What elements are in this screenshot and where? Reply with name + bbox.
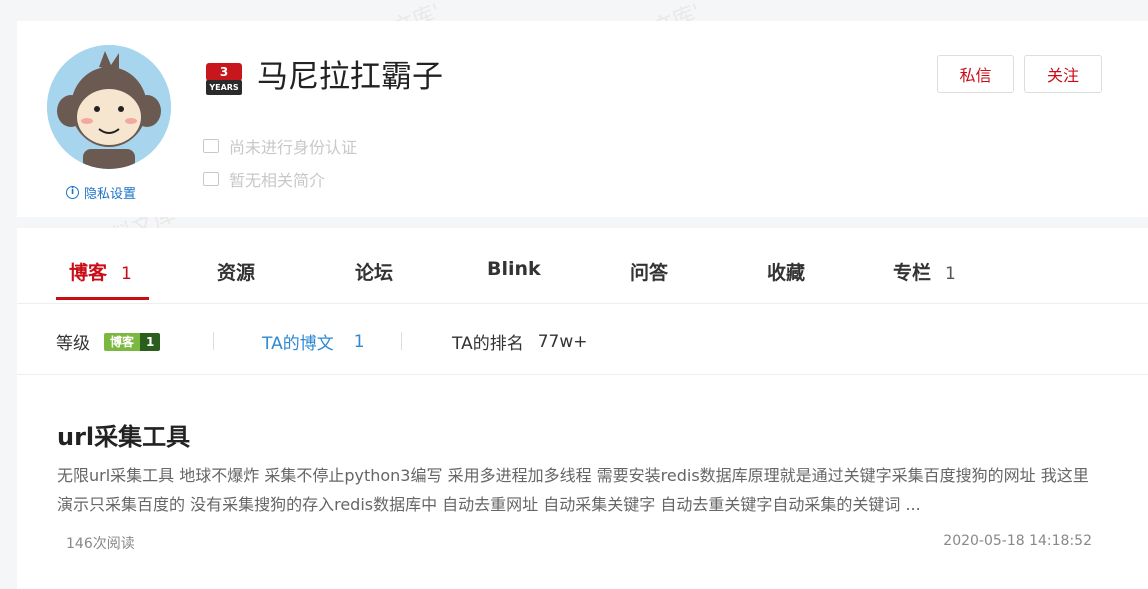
- profile-card: i 隐私设置 3 YEARS 马尼拉扛霸子 尚未进行身份认证 暂无相关简介 私信…: [17, 21, 1148, 217]
- read-count: 146次阅读: [66, 536, 135, 552]
- verification-status: 尚未进行身份认证: [203, 134, 357, 158]
- articles-stat[interactable]: TA的博文 1: [262, 329, 365, 355]
- monkey-avatar-icon: [47, 45, 171, 169]
- divider: [401, 332, 402, 350]
- message-button[interactable]: 私信: [937, 55, 1014, 93]
- tab-blog[interactable]: 博客 1: [69, 258, 132, 285]
- tab-columns[interactable]: 专栏 1: [893, 258, 956, 285]
- articles-count: 1: [353, 331, 365, 352]
- tab-label: 论坛: [355, 262, 394, 284]
- level-badge-text: 博客: [104, 332, 141, 351]
- stats-bar: 等级 博客 1 TA的博文 1 TA的排名 77w+: [17, 304, 1148, 375]
- tab-label: 资源: [217, 262, 256, 284]
- tab-label: 问答: [630, 262, 669, 284]
- verification-text: 尚未进行身份认证: [229, 138, 358, 157]
- articles-label: TA的博文: [262, 334, 334, 354]
- years-badge: 3 YEARS: [206, 63, 242, 95]
- tab-resources[interactable]: 资源: [217, 258, 255, 285]
- tab-label: Blink: [487, 258, 541, 280]
- years-label: YEARS: [209, 83, 239, 92]
- article-summary[interactable]: 无限url采集工具 地球不爆炸 采集不停止python3编写 采用多进程加多线程…: [57, 461, 1097, 519]
- username: 马尼拉扛霸子: [257, 59, 443, 95]
- tab-qa[interactable]: 问答: [630, 258, 668, 285]
- level-badge: 博客 1: [104, 332, 161, 351]
- follow-button[interactable]: 关注: [1024, 55, 1102, 93]
- avatar[interactable]: [47, 45, 171, 169]
- tab-count: 1: [945, 264, 956, 284]
- tab-label: 博客: [69, 262, 108, 284]
- id-card-icon: [203, 139, 219, 153]
- article-title[interactable]: url采集工具: [57, 417, 190, 452]
- level-badge-number: 1: [140, 332, 161, 351]
- level-label: 等级: [56, 334, 90, 354]
- tab-bar: 博客 1 资源 论坛 Blink 问答 收藏 专栏 1: [17, 228, 1148, 304]
- level-stat: 等级 博客 1: [56, 329, 161, 354]
- comment-icon: [203, 172, 219, 186]
- divider: [213, 332, 214, 350]
- tab-favorites[interactable]: 收藏: [767, 258, 805, 285]
- article-date: 2020-05-18 14:18:52: [943, 533, 1092, 549]
- rank-stat: TA的排名 77w+: [452, 329, 588, 355]
- tab-label: 专栏: [893, 262, 932, 284]
- tab-label: 收藏: [767, 262, 806, 284]
- privacy-settings-link[interactable]: i 隐私设置: [66, 183, 136, 202]
- privacy-label: 隐私设置: [84, 187, 137, 202]
- tab-blink[interactable]: Blink: [487, 258, 541, 280]
- rank-label: TA的排名: [452, 334, 524, 354]
- info-icon: i: [66, 186, 79, 199]
- rank-value: 77w+: [537, 331, 588, 352]
- intro-text: 暂无相关简介: [229, 171, 326, 190]
- main-card: 博客 1 资源 论坛 Blink 问答 收藏 专栏 1 等级 博客 1 TA的博…: [17, 228, 1148, 589]
- intro-line: 暂无相关简介: [203, 167, 325, 191]
- active-tab-indicator: [56, 297, 149, 300]
- tab-count: 1: [121, 264, 132, 284]
- years-number: 3: [219, 65, 229, 79]
- tab-forum[interactable]: 论坛: [355, 258, 393, 285]
